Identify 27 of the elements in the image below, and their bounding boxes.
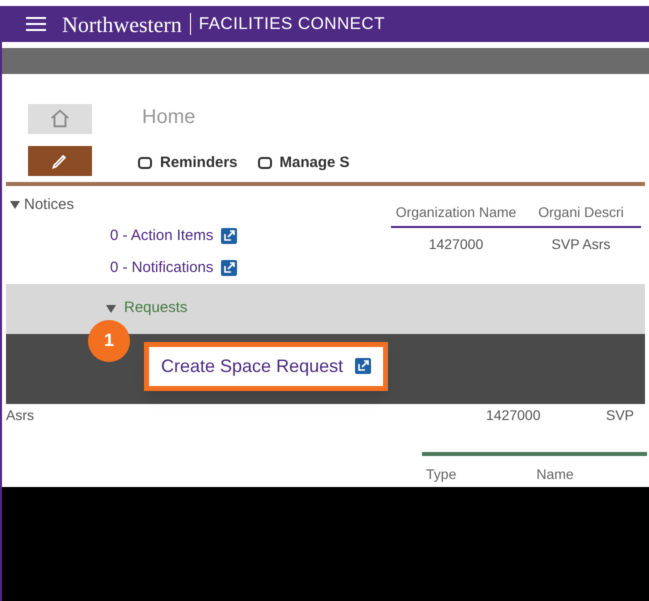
- tab[interactable]: Reminders: [138, 152, 238, 174]
- edit-icon: [28, 146, 92, 176]
- requests-toggle[interactable]: Requests: [106, 297, 188, 320]
- create-request-button[interactable]: Create Space Request: [144, 342, 388, 390]
- product-name: FACILITIES CONNECT: [198, 13, 385, 36]
- table-cell-text: Asrs: [6, 406, 35, 425]
- column-header: Organization Name: [394, 204, 518, 222]
- notices-toggle[interactable]: Notices: [10, 194, 74, 216]
- external-link-icon: [221, 260, 238, 276]
- table-cell-text: SVP Asrs: [550, 234, 612, 254]
- brand-name: Northwestern: [62, 10, 182, 38]
- table-cell-text: 1427000: [486, 406, 542, 425]
- caret-icon: [106, 304, 116, 312]
- table-cell-text: SVP: [606, 406, 634, 425]
- home-icon: [28, 104, 92, 134]
- notice-link[interactable]: 0 - Notifications: [110, 257, 214, 280]
- caret-icon: [10, 201, 20, 210]
- menu-icon: [26, 17, 46, 31]
- external-link-icon: [221, 228, 238, 244]
- external-link-icon: [355, 358, 372, 374]
- table-cell-text: 1427000: [428, 234, 484, 254]
- page-title: Home: [142, 105, 196, 130]
- column-header: Organi Descri: [537, 204, 625, 222]
- notice-link[interactable]: 0 - Action Items: [110, 224, 214, 247]
- tab[interactable]: Manage S: [258, 152, 350, 174]
- column-header: Name: [536, 464, 574, 484]
- column-header: Type: [426, 464, 456, 484]
